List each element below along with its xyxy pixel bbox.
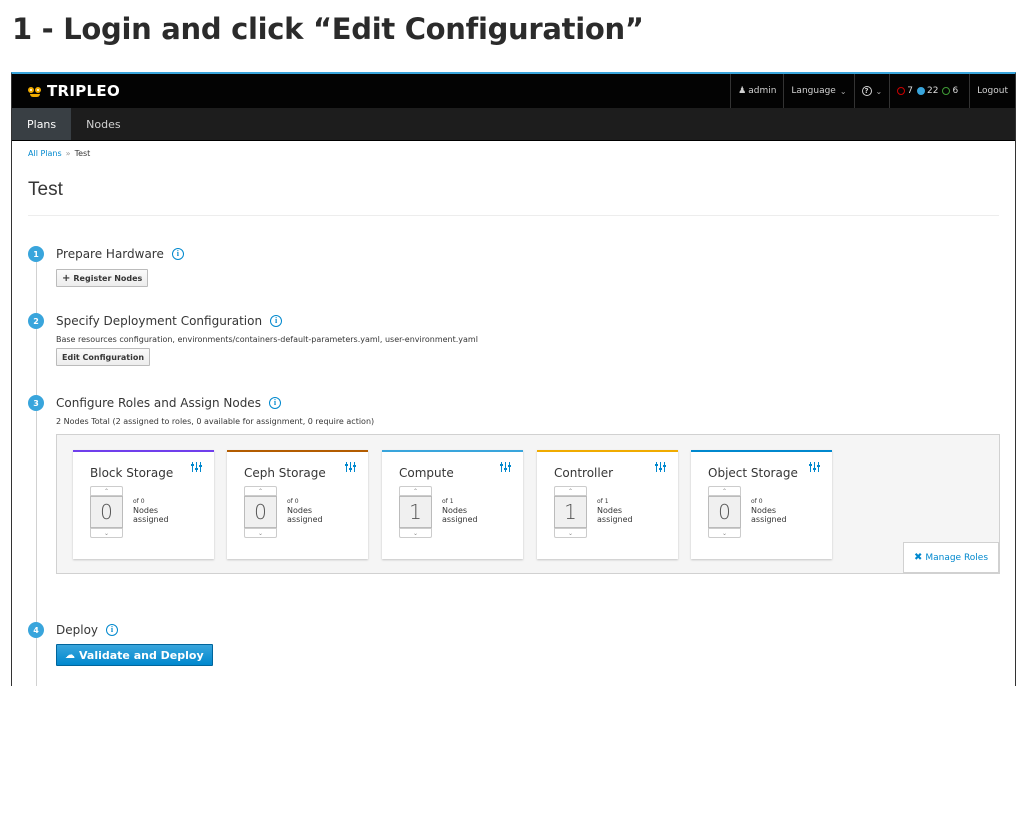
success-icon bbox=[942, 87, 951, 95]
logout-link[interactable]: Logout bbox=[969, 74, 1015, 108]
role-name: Controller bbox=[554, 466, 614, 480]
breadcrumb: All Plans» Test bbox=[28, 149, 91, 158]
help-icon: ? bbox=[861, 86, 872, 96]
owl-logo-icon bbox=[28, 86, 42, 97]
node-count-value[interactable]: 0 bbox=[90, 496, 123, 528]
role-card-object-storage[interactable]: Object Storage ⌃ 0 ⌄ of 0 Nodes assigned bbox=[691, 450, 832, 559]
role-name: Ceph Storage bbox=[244, 466, 326, 480]
node-count-value[interactable]: 0 bbox=[708, 496, 741, 528]
sliders-icon[interactable] bbox=[345, 462, 356, 472]
edit-configuration-button[interactable]: Edit Configuration bbox=[56, 348, 151, 366]
role-card-compute[interactable]: Compute ⌃ 1 ⌄ of 1 Nodes assigned bbox=[382, 450, 523, 559]
step-title: Specify Deployment Configuration i bbox=[56, 313, 999, 329]
node-count-value[interactable]: 0 bbox=[244, 496, 277, 528]
tab-nodes[interactable]: Nodes bbox=[71, 108, 135, 140]
sliders-icon[interactable] bbox=[809, 462, 820, 472]
tutorial-caption: 1 - Login and click “Edit Configuration” bbox=[12, 12, 644, 46]
assignment-info: of 1 Nodes assigned bbox=[442, 498, 478, 524]
node-count-spinner[interactable]: ⌃ 1 ⌄ bbox=[554, 486, 587, 538]
brand-logo[interactable]: TRIPLEO bbox=[12, 82, 120, 100]
node-count-value[interactable]: 1 bbox=[554, 496, 587, 528]
step-number: 1 bbox=[28, 246, 44, 262]
chevron-down-icon[interactable]: ⌄ bbox=[244, 528, 277, 538]
chevron-down-icon: ⌄ bbox=[839, 86, 847, 96]
chevron-up-icon[interactable]: ⌃ bbox=[399, 486, 432, 496]
primary-nav: Plans Nodes bbox=[12, 108, 1015, 141]
browser-frame: TRIPLEO ♟ admin Language ⌄ ? ⌄ 7 22 6 Lo… bbox=[11, 72, 1016, 686]
info-icon[interactable]: i bbox=[106, 624, 119, 636]
main-content: All Plans» Test Test 1 Prepare Hardware i … bbox=[12, 141, 1015, 686]
step-number: 2 bbox=[28, 313, 44, 329]
notifications-indicator[interactable]: 7 22 6 bbox=[889, 74, 969, 108]
assignment-info: of 1 Nodes assigned bbox=[597, 498, 633, 524]
cloud-upload-icon: ☁ bbox=[65, 649, 75, 661]
assignment-info: of 0 Nodes assigned bbox=[287, 498, 323, 524]
plus-icon: + bbox=[62, 272, 71, 284]
chevron-up-icon[interactable]: ⌃ bbox=[708, 486, 741, 496]
utility-menu: ♟ admin Language ⌄ ? ⌄ 7 22 6 Logout bbox=[730, 74, 1015, 108]
info-icon[interactable]: i bbox=[171, 248, 184, 260]
validate-and-deploy-button[interactable]: ☁ Validate and Deploy bbox=[56, 644, 213, 666]
tools-icon: ✖ bbox=[913, 552, 923, 563]
deployment-steps: 1 Prepare Hardware i + Register Nodes 2 Sp… bbox=[28, 246, 1000, 686]
info-icon[interactable]: i bbox=[268, 397, 281, 409]
role-name: Compute bbox=[399, 466, 454, 480]
step-title: Prepare Hardware i bbox=[56, 246, 999, 262]
role-card-ceph-storage[interactable]: Ceph Storage ⌃ 0 ⌄ of 0 Nodes assigned bbox=[227, 450, 368, 559]
sliders-icon[interactable] bbox=[191, 462, 202, 472]
step-number: 4 bbox=[28, 622, 44, 638]
brand-name: TRIPLEO bbox=[47, 82, 121, 100]
node-count-spinner[interactable]: ⌃ 0 ⌄ bbox=[708, 486, 741, 538]
step-configure-roles: 3 Configure Roles and Assign Nodes i 2 No… bbox=[28, 395, 1000, 622]
assignment-info: of 0 Nodes assigned bbox=[133, 498, 169, 524]
top-navbar: TRIPLEO ♟ admin Language ⌄ ? ⌄ 7 22 6 Lo… bbox=[12, 74, 1015, 108]
user-name: admin bbox=[748, 86, 777, 96]
node-count-value[interactable]: 1 bbox=[399, 496, 432, 528]
nodes-summary: 2 Nodes Total (2 assigned to roles, 0 av… bbox=[56, 417, 375, 426]
role-name: Object Storage bbox=[708, 466, 798, 480]
chevron-up-icon[interactable]: ⌃ bbox=[244, 486, 277, 496]
chevron-down-icon[interactable]: ⌄ bbox=[399, 528, 432, 538]
chevron-up-icon[interactable]: ⌃ bbox=[90, 486, 123, 496]
help-dropdown[interactable]: ? ⌄ bbox=[853, 74, 890, 108]
node-count-spinner[interactable]: ⌃ 0 ⌄ bbox=[244, 486, 277, 538]
page-title: Test bbox=[28, 179, 999, 216]
node-count-spinner[interactable]: ⌃ 0 ⌄ bbox=[90, 486, 123, 538]
tab-plans[interactable]: Plans bbox=[12, 108, 72, 140]
manage-roles-button[interactable]: ✖ Manage Roles bbox=[903, 542, 999, 573]
role-name: Block Storage bbox=[90, 466, 174, 480]
breadcrumb-current: Test bbox=[74, 149, 91, 158]
role-card-controller[interactable]: Controller ⌃ 1 ⌄ of 1 Nodes assigned bbox=[537, 450, 678, 559]
configuration-summary: Base resources configuration, environmen… bbox=[56, 335, 478, 344]
register-nodes-button[interactable]: + Register Nodes bbox=[56, 269, 149, 287]
success-badge: 6 bbox=[942, 86, 958, 96]
language-label: Language bbox=[791, 86, 836, 96]
running-icon bbox=[916, 87, 925, 95]
roles-panel: Block Storage ⌃ 0 ⌄ of 0 Nodes assigned Ce… bbox=[56, 434, 1000, 574]
step-prepare-hardware: 1 Prepare Hardware i + Register Nodes bbox=[28, 246, 999, 313]
chevron-down-icon[interactable]: ⌄ bbox=[90, 528, 123, 538]
step-number: 3 bbox=[28, 395, 44, 411]
running-badge: 22 bbox=[916, 86, 938, 96]
user-menu[interactable]: ♟ admin bbox=[730, 74, 783, 108]
sliders-icon[interactable] bbox=[655, 462, 666, 472]
assignment-info: of 0 Nodes assigned bbox=[751, 498, 787, 524]
language-dropdown[interactable]: Language ⌄ bbox=[783, 74, 853, 108]
user-icon: ♟ bbox=[738, 86, 747, 96]
role-card-block-storage[interactable]: Block Storage ⌃ 0 ⌄ of 0 Nodes assigned bbox=[73, 450, 214, 559]
error-badge: 7 bbox=[897, 86, 913, 96]
chevron-down-icon[interactable]: ⌄ bbox=[708, 528, 741, 538]
step-title: Configure Roles and Assign Nodes i bbox=[56, 395, 999, 411]
step-title: Deploy i bbox=[56, 622, 999, 638]
info-icon[interactable]: i bbox=[270, 315, 283, 327]
breadcrumb-all-plans[interactable]: All Plans bbox=[28, 149, 62, 158]
chevron-up-icon[interactable]: ⌃ bbox=[554, 486, 587, 496]
chevron-down-icon: ⌄ bbox=[875, 86, 883, 96]
error-icon bbox=[897, 87, 906, 95]
chevron-down-icon[interactable]: ⌄ bbox=[554, 528, 587, 538]
node-count-spinner[interactable]: ⌃ 1 ⌄ bbox=[399, 486, 432, 538]
step-deploy: 4 Deploy i ☁ Validate and Deploy bbox=[28, 622, 999, 666]
sliders-icon[interactable] bbox=[500, 462, 511, 472]
step-deployment-configuration: 2 Specify Deployment Configuration i Base… bbox=[28, 313, 999, 395]
